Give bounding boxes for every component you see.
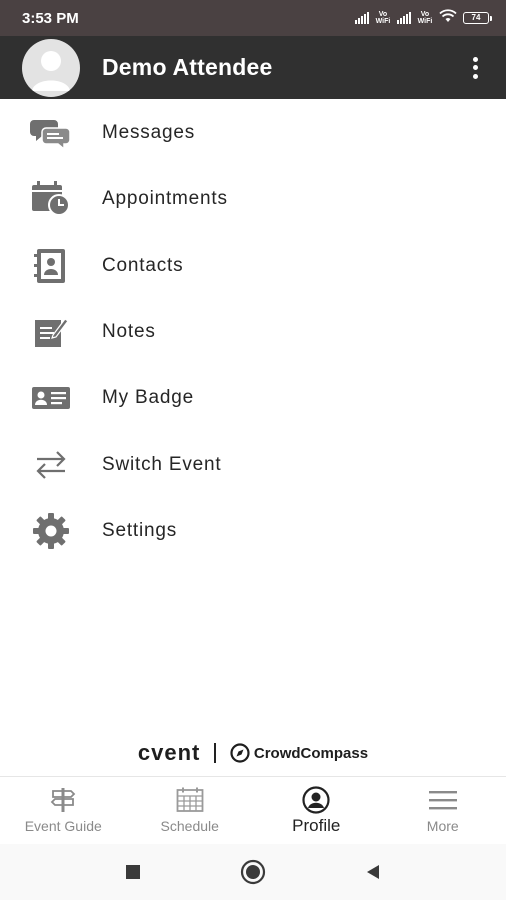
home-button[interactable] — [233, 852, 273, 892]
brand-divider — [214, 743, 216, 763]
vowifi-icon-2: Vo WiFi — [417, 11, 433, 25]
header-title: Demo Attendee — [102, 54, 273, 80]
tab-event-guide[interactable]: Event Guide — [0, 777, 127, 844]
calendar-grid-icon — [176, 787, 204, 813]
signal-icon-2 — [397, 12, 411, 24]
tab-schedule[interactable]: Schedule — [127, 777, 254, 844]
menu-item-label: Notes — [102, 321, 156, 343]
menu-item-my-badge[interactable]: My Badge — [0, 365, 506, 431]
crowdcompass-text: CrowdCompass — [253, 744, 369, 762]
user-silhouette-icon — [32, 50, 70, 91]
menu-item-notes[interactable]: Notes — [0, 299, 506, 365]
overflow-menu-button[interactable] — [470, 55, 480, 81]
hamburger-icon — [428, 787, 457, 813]
tab-label: Event Guide — [24, 818, 102, 834]
menu-item-label: Contacts — [102, 254, 184, 276]
circle-icon — [240, 859, 266, 885]
tab-label: Profile — [292, 816, 341, 835]
menu-item-label: Messages — [102, 122, 195, 144]
note-edit-icon — [29, 312, 73, 352]
tab-profile[interactable]: Profile — [253, 777, 380, 844]
switch-arrows-icon — [29, 445, 73, 485]
status-icons: Vo WiFi Vo WiFi 74 — [355, 8, 492, 28]
menu-item-switch-event[interactable]: Switch Event — [0, 431, 506, 497]
menu-item-label: Settings — [102, 519, 178, 541]
menu-item-messages[interactable]: Messages — [0, 100, 506, 166]
badge-card-icon — [29, 378, 73, 418]
avatar[interactable] — [22, 38, 80, 97]
bottom-tab-bar: Event Guide Schedule Profile More — [0, 776, 506, 844]
status-bar: 3:53 PM Vo WiFi Vo WiFi 74 — [0, 0, 506, 36]
menu-item-label: My Badge — [102, 387, 194, 409]
vowifi-icon: Vo WiFi — [375, 11, 391, 25]
calendar-clock-icon — [29, 179, 73, 219]
branding: cvent CrowdCompass — [0, 738, 506, 768]
recents-button[interactable] — [113, 852, 153, 892]
back-button[interactable] — [353, 852, 393, 892]
menu-item-label: Appointments — [102, 188, 228, 210]
profile-menu: Messages Appointments Contacts Notes My … — [0, 100, 506, 564]
tab-more[interactable]: More — [380, 777, 506, 844]
compass-icon — [230, 743, 250, 763]
crowdcompass-logo: CrowdCompass — [230, 743, 368, 763]
profile-icon — [302, 786, 330, 814]
signal-icon — [355, 12, 369, 24]
system-nav-bar — [0, 844, 506, 900]
menu-item-contacts[interactable]: Contacts — [0, 233, 506, 299]
tab-label: Schedule — [160, 818, 219, 834]
status-time: 3:53 PM — [22, 9, 79, 27]
wifi-icon — [439, 8, 457, 28]
chat-bubbles-icon — [29, 113, 73, 153]
cvent-logo: cvent — [137, 740, 201, 765]
battery-level: 74 — [463, 12, 489, 24]
menu-item-settings[interactable]: Settings — [0, 498, 506, 564]
profile-header: Demo Attendee — [0, 36, 506, 99]
battery-icon: 74 — [463, 12, 492, 24]
back-triangle-icon — [367, 865, 379, 879]
square-icon — [126, 865, 140, 879]
gear-icon — [29, 511, 73, 551]
menu-item-label: Switch Event — [102, 453, 222, 475]
signpost-icon — [49, 787, 77, 813]
address-book-icon — [29, 246, 73, 286]
tab-label: More — [426, 818, 459, 834]
menu-item-appointments[interactable]: Appointments — [0, 166, 506, 232]
